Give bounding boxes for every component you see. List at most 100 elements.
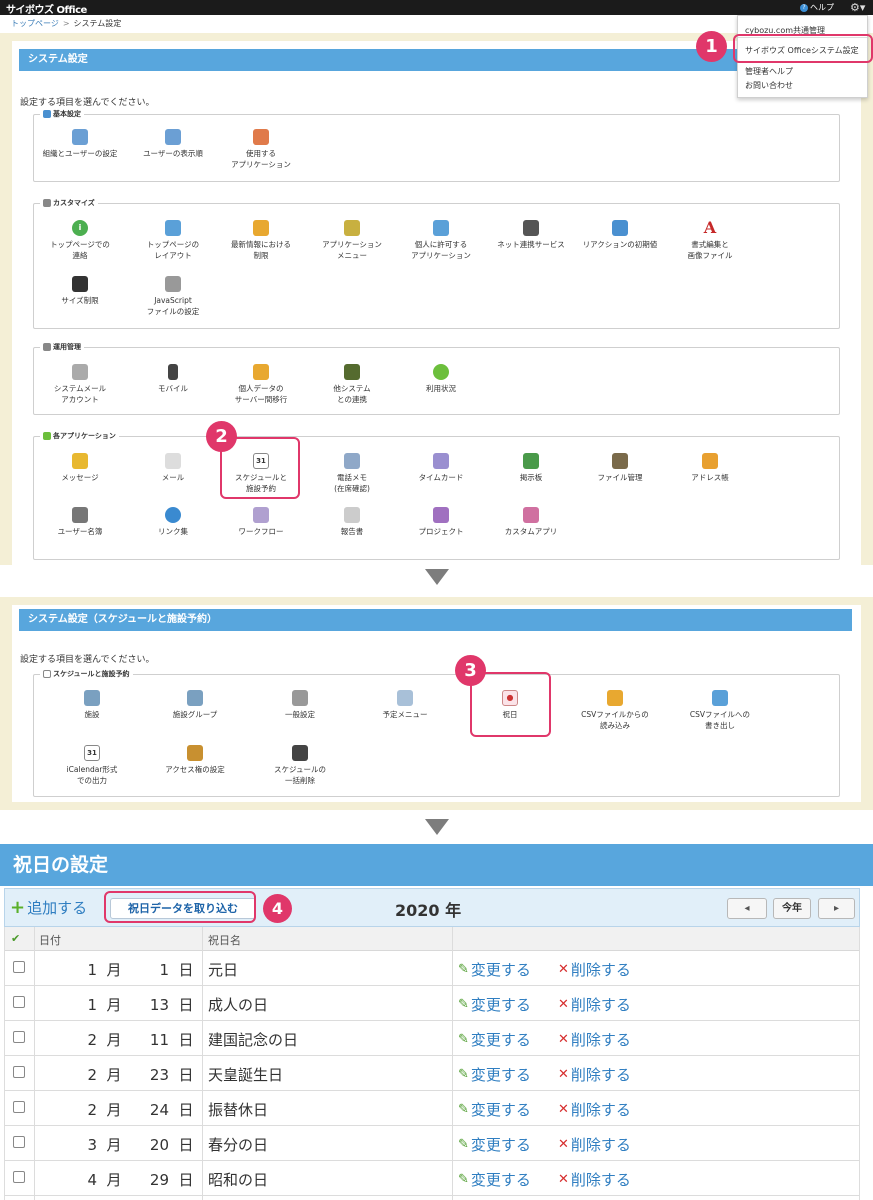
group-basic: 基本設定 組織とユーザーの設定 ユーザーの表示順 使用する アプリケーション [33,109,840,182]
table-row: 2 月 24 日振替休日 ✎ 変更する ✕ 削除する [5,1091,859,1126]
item-size-limit[interactable]: サイズ制限 [37,276,123,306]
item-javascript[interactable]: JavaScript ファイルの設定 [130,276,216,317]
item-user-order[interactable]: ユーザーの表示順 [130,129,216,159]
edit-link[interactable]: ✎ 変更する [458,994,531,1015]
item-format-images[interactable]: A 書式編集と 画像ファイル [667,220,753,261]
header-date: 日付 [39,934,61,947]
delete-icon [292,745,308,761]
row-checkbox[interactable] [13,1136,25,1148]
next-year-button[interactable]: ▸ [818,898,855,919]
row-checkbox[interactable] [13,996,25,1008]
item-icalendar[interactable]: 31 iCalendar形式 での出力 [49,745,135,786]
check-all-icon[interactable]: ✔ [11,932,20,945]
breadcrumb-current: システム設定 [73,19,122,28]
delete-x-icon: ✕ [558,1172,569,1187]
item-csv-import[interactable]: CSVファイルからの 読み込み [572,690,658,731]
item-general-settings[interactable]: 一般設定 [257,690,343,720]
delete-link[interactable]: ✕ 削除する [558,1134,631,1155]
item-top-layout[interactable]: トップページの レイアウト [130,220,216,261]
export-icon [712,690,728,706]
help-label: ヘルプ [810,3,834,12]
item-mobile[interactable]: モバイル [130,364,216,394]
help-link[interactable]: ? ヘルプ [800,0,834,15]
group-label-schedule: スケジュールと施設予約 [40,669,133,679]
menu-item-contact[interactable]: お問い合わせ [745,80,793,91]
item-facility-group[interactable]: 施設グループ [152,690,238,720]
edit-link[interactable]: ✎ 変更する [458,959,531,980]
section-title: システム設定（スケジュールと施設予約） [19,609,852,631]
delete-link[interactable]: ✕ 削除する [558,1029,631,1050]
row-checkbox[interactable] [13,1101,25,1113]
holiday-month: 2 月 [87,1101,122,1119]
row-checkbox[interactable] [13,1171,25,1183]
help-icon: ? [800,3,808,12]
item-top-notice[interactable]: i トップページでの 連絡 [37,220,123,261]
item-report[interactable]: 報告書 [309,507,395,537]
delete-link[interactable]: ✕ 削除する [558,1099,631,1120]
item-file-management[interactable]: ファイル管理 [577,453,663,483]
edit-link[interactable]: ✎ 変更する [458,1099,531,1120]
gear-icon[interactable]: ⚙▾ [850,0,865,15]
item-phone-memo[interactable]: 電話メモ (在席確認) [309,453,395,494]
item-user-directory[interactable]: ユーザー名簿 [37,507,123,537]
delete-link[interactable]: ✕ 削除する [558,994,631,1015]
item-personal-apps[interactable]: 個人に許可する アプリケーション [398,220,484,261]
item-system-mail[interactable]: システムメール アカウント [37,364,123,405]
item-address-book[interactable]: アドレス帳 [667,453,753,483]
facility-group-icon [187,690,203,706]
folder-icon [612,453,628,469]
edit-link[interactable]: ✎ 変更する [458,1029,531,1050]
holiday-name: 春分の日 [208,1136,269,1154]
item-news-limit[interactable]: 最新情報における 制限 [218,220,304,261]
holiday-day: 29 日 [149,1171,194,1189]
item-custom-app[interactable]: カスタムアプリ [488,507,574,537]
prev-year-button[interactable]: ◂ [727,898,767,919]
message-icon [72,453,88,469]
top-bar: サイボウズ Office ? ヘルプ ⚙▾ [0,0,873,16]
row-checkbox[interactable] [13,1066,25,1078]
item-net-services[interactable]: ネット連携サービス [488,220,574,250]
item-timecard[interactable]: タイムカード [398,453,484,483]
item-project[interactable]: プロジェクト [398,507,484,537]
edit-link[interactable]: ✎ 変更する [458,1134,531,1155]
group-schedule: スケジュールと施設予約 施設 施設グループ 一般設定 予定メニュー ● 祝日 CS… [33,669,840,797]
row-checkbox[interactable] [13,1031,25,1043]
item-message[interactable]: メッセージ [37,453,123,483]
holiday-month: 3 月 [87,1136,122,1154]
delete-link[interactable]: ✕ 削除する [558,1169,631,1190]
item-schedule-menu[interactable]: 予定メニュー [362,690,448,720]
step-badge-3: 3 [455,655,486,686]
item-app-menu[interactable]: アプリケーション メニュー [309,220,395,261]
item-links[interactable]: リンク集 [130,507,216,537]
holiday-day: 1 日 [159,961,194,979]
font-icon: A [703,218,717,237]
delete-link[interactable]: ✕ 削除する [558,959,631,980]
breadcrumb-home[interactable]: トップページ [11,19,59,28]
edit-link[interactable]: ✎ 変更する [458,1169,531,1190]
item-org-users[interactable]: 組織とユーザーの設定 [37,129,123,159]
item-reaction-default[interactable]: リアクションの初期値 [577,220,663,250]
holiday-day: 23 日 [149,1066,194,1084]
add-holiday-button[interactable]: + 追加する [10,897,87,918]
menu-item-admin-help[interactable]: 管理者ヘルプ [745,66,793,77]
address-book-icon [702,453,718,469]
this-year-button[interactable]: 今年 [773,898,811,919]
size-limit-icon [72,276,88,292]
item-mail[interactable]: メール [130,453,216,483]
item-data-migration[interactable]: 個人データの サーバー間移行 [218,364,304,405]
row-checkbox[interactable] [13,961,25,973]
item-facility[interactable]: 施設 [49,690,135,720]
item-csv-export[interactable]: CSVファイルへの 書き出し [677,690,763,731]
item-workflow[interactable]: ワークフロー [218,507,304,537]
item-bulletin[interactable]: 掲示板 [488,453,574,483]
item-bulk-delete[interactable]: スケジュールの 一括削除 [257,745,343,786]
delete-link[interactable]: ✕ 削除する [558,1064,631,1085]
tools-icon [292,690,308,706]
pencil-icon: ✎ [458,1137,469,1152]
item-usage[interactable]: 利用状況 [398,364,484,394]
item-apps-in-use[interactable]: 使用する アプリケーション [218,129,304,170]
item-integration[interactable]: 他システム との連携 [309,364,395,405]
edit-link[interactable]: ✎ 変更する [458,1064,531,1085]
item-access-rights[interactable]: アクセス権の設定 [152,745,238,775]
holiday-name: 建国記念の日 [208,1031,299,1049]
